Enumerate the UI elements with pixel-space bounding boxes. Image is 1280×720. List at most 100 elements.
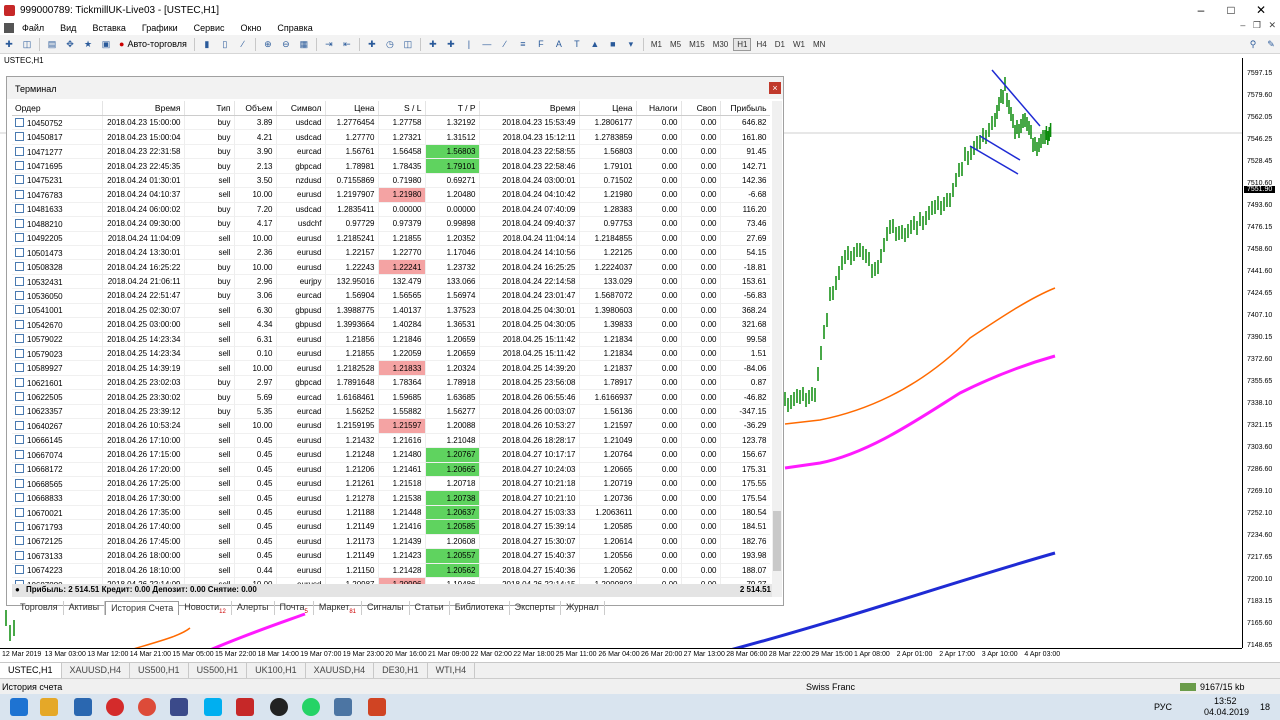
table-row[interactable]: 10450752 2018.04.23 15:00:00 buy 3.89 usdcad… xyxy=(12,115,770,130)
auto-trading-button[interactable]: ● Авто-торговля xyxy=(115,39,191,49)
table-row[interactable]: 10621601 2018.04.25 23:02:03 buy 2.97 gbpcad… xyxy=(12,375,770,390)
chrome-icon[interactable] xyxy=(138,698,156,716)
menu-insert[interactable]: Вставка xyxy=(84,23,133,33)
table-row[interactable]: 10476783 2018.04.24 04:10:37 sell 10.00 euru… xyxy=(12,187,770,203)
chart-tab[interactable]: USTEC,H1 xyxy=(0,663,62,679)
terminal-tab[interactable]: Эксперты xyxy=(510,601,561,615)
zoom-out-icon[interactable]: ⊖ xyxy=(279,38,293,50)
chart-tab[interactable]: WTI,H4 xyxy=(428,663,476,679)
terminal-tab[interactable]: Маркет81 xyxy=(314,601,363,615)
mail-icon[interactable] xyxy=(74,698,92,716)
templates-icon[interactable]: ◫ xyxy=(401,38,415,50)
column-header[interactable]: S / L xyxy=(378,101,426,116)
table-row[interactable]: 10532431 2018.04.24 21:06:11 buy 2.96 eurjpy… xyxy=(12,274,770,289)
terminal-tab[interactable]: Новости12 xyxy=(179,601,232,615)
column-header[interactable]: Цена xyxy=(579,101,637,116)
record-icon[interactable] xyxy=(270,698,288,716)
explorer-icon[interactable] xyxy=(40,698,58,716)
new-chart-icon[interactable]: ✚ xyxy=(2,38,16,50)
menu-window[interactable]: Окно xyxy=(233,23,270,33)
label-icon[interactable]: T xyxy=(570,38,584,50)
metatrader-icon[interactable] xyxy=(236,698,254,716)
column-header[interactable]: Тип xyxy=(184,101,235,116)
notification-count[interactable]: 18 xyxy=(1260,702,1270,712)
table-row[interactable]: 10481633 2018.04.24 06:00:02 buy 7.20 usdcad… xyxy=(12,202,770,217)
mdi-restore-icon[interactable]: ❐ xyxy=(1253,20,1261,30)
mdi-minimize-icon[interactable]: – xyxy=(1240,20,1245,30)
skype-icon[interactable] xyxy=(204,698,222,716)
data-window-icon[interactable]: ✥ xyxy=(63,38,77,50)
tf-mn[interactable]: MN xyxy=(810,39,828,50)
table-row[interactable]: 10492205 2018.04.24 11:04:09 sell 10.00 euru… xyxy=(12,231,770,246)
market-watch-icon[interactable]: ▤ xyxy=(45,38,59,50)
table-row[interactable]: 10488210 2018.04.24 09:30:00 buy 4.17 usdchf… xyxy=(12,216,770,231)
trendline-icon[interactable]: ∕ xyxy=(498,38,512,50)
chart-tab[interactable]: XAUUSD,H4 xyxy=(306,663,375,679)
tf-m5[interactable]: M5 xyxy=(667,39,684,50)
terminal-tab[interactable]: Сигналы xyxy=(362,601,410,615)
periods-icon[interactable]: ◷ xyxy=(383,38,397,50)
column-header[interactable]: Своп xyxy=(681,101,721,116)
chart-tab[interactable]: DE30,H1 xyxy=(374,663,428,679)
table-row[interactable]: 10640267 2018.04.26 10:53:24 sell 10.00 euru… xyxy=(12,418,770,434)
terminal-tab[interactable]: Библиотека xyxy=(450,601,510,615)
column-header[interactable]: Объем xyxy=(234,101,277,116)
table-row[interactable]: 10475231 2018.04.24 01:30:01 sell 3.50 nzdus… xyxy=(12,173,770,188)
table-row[interactable]: 10536050 2018.04.24 22:51:47 buy 3.06 eurcad… xyxy=(12,288,770,304)
table-row[interactable]: 10672125 2018.04.26 17:45:00 sell 0.45 eurus… xyxy=(12,534,770,549)
powerpoint-icon[interactable] xyxy=(368,698,386,716)
bar-chart-icon[interactable]: ▮ xyxy=(200,38,214,50)
table-row[interactable]: 10622505 2018.04.25 23:30:02 buy 5.69 eurcad… xyxy=(12,389,770,405)
tf-w1[interactable]: W1 xyxy=(790,39,808,50)
column-header[interactable]: T / P xyxy=(425,101,480,116)
menu-help[interactable]: Справка xyxy=(269,23,320,33)
mdi-close-icon[interactable]: ✕ xyxy=(1268,20,1276,30)
start-icon[interactable] xyxy=(10,698,28,716)
column-header[interactable]: Прибыль xyxy=(720,101,770,116)
cursor-icon[interactable]: ✚ xyxy=(426,38,440,50)
profiles-icon[interactable]: ◫ xyxy=(20,38,34,50)
table-row[interactable]: 10667074 2018.04.26 17:15:00 sell 0.45 eurus… xyxy=(12,447,770,462)
table-row[interactable]: 10542670 2018.04.25 03:00:00 sell 4.34 gbpus… xyxy=(12,317,770,333)
terminal-tab[interactable]: Почта5 xyxy=(275,601,314,615)
minimize-button[interactable]: – xyxy=(1186,0,1216,20)
arrows-icon[interactable]: ▲ xyxy=(588,38,602,50)
table-scrollbar[interactable] xyxy=(772,101,782,597)
tf-m1[interactable]: M1 xyxy=(648,39,665,50)
table-row[interactable]: 10668565 2018.04.26 17:25:00 sell 0.45 eurus… xyxy=(12,476,770,491)
chart-tab[interactable]: UK100,H1 xyxy=(247,663,306,679)
text-icon[interactable]: A xyxy=(552,38,566,50)
horizontal-line-icon[interactable]: — xyxy=(480,38,494,50)
table-row[interactable]: 10471695 2018.04.23 22:45:35 buy 2.13 gbpcad… xyxy=(12,158,770,174)
table-row[interactable]: 10541001 2018.04.25 02:30:07 sell 6.30 gbpus… xyxy=(12,303,770,318)
chart-tab[interactable]: US500,H1 xyxy=(130,663,189,679)
shapes-icon[interactable]: ■ xyxy=(606,38,620,50)
more-tools-icon[interactable]: ▾ xyxy=(624,38,638,50)
vertical-line-icon[interactable]: | xyxy=(462,38,476,50)
chart-shift-icon[interactable]: ⇤ xyxy=(340,38,354,50)
table-row[interactable]: 10666145 2018.04.26 17:10:00 sell 0.45 eurus… xyxy=(12,433,770,448)
menu-charts[interactable]: Графики xyxy=(134,23,186,33)
terminal-icon[interactable]: ▣ xyxy=(99,38,113,50)
table-row[interactable]: 10673133 2018.04.26 18:00:00 sell 0.45 eurus… xyxy=(12,548,770,564)
table-row[interactable]: 10670021 2018.04.26 17:35:00 sell 0.45 eurus… xyxy=(12,505,770,520)
tf-m30[interactable]: M30 xyxy=(710,39,732,50)
column-header[interactable]: Время xyxy=(102,101,185,116)
table-row[interactable]: 10471277 2018.04.23 22:31:58 buy 3.90 eurcad… xyxy=(12,144,770,159)
vk-icon[interactable] xyxy=(334,698,352,716)
table-row[interactable]: 10623357 2018.04.25 23:39:12 buy 5.35 eurcad… xyxy=(12,404,770,419)
whatsapp-icon[interactable] xyxy=(302,698,320,716)
column-header[interactable]: Символ xyxy=(276,101,326,116)
table-row[interactable]: 10668833 2018.04.26 17:30:00 sell 0.45 eurus… xyxy=(12,490,770,506)
table-row[interactable]: 10508328 2018.04.24 16:25:22 buy 10.00 eurus… xyxy=(12,259,770,275)
tf-h1[interactable]: H1 xyxy=(733,37,752,51)
candlestick-icon[interactable]: ▯ xyxy=(218,38,232,50)
search-icon[interactable]: ⚲ xyxy=(1246,38,1260,50)
column-header[interactable]: Налоги xyxy=(636,101,682,116)
tile-windows-icon[interactable]: ▦ xyxy=(297,38,311,50)
scrollbar-thumb[interactable] xyxy=(773,511,781,571)
channel-icon[interactable]: ≡ xyxy=(516,38,530,50)
tf-d1[interactable]: D1 xyxy=(772,39,788,50)
terminal-close-button[interactable]: × xyxy=(769,82,781,94)
table-row[interactable]: 10674223 2018.04.26 18:10:00 sell 0.44 eurus… xyxy=(12,563,770,578)
